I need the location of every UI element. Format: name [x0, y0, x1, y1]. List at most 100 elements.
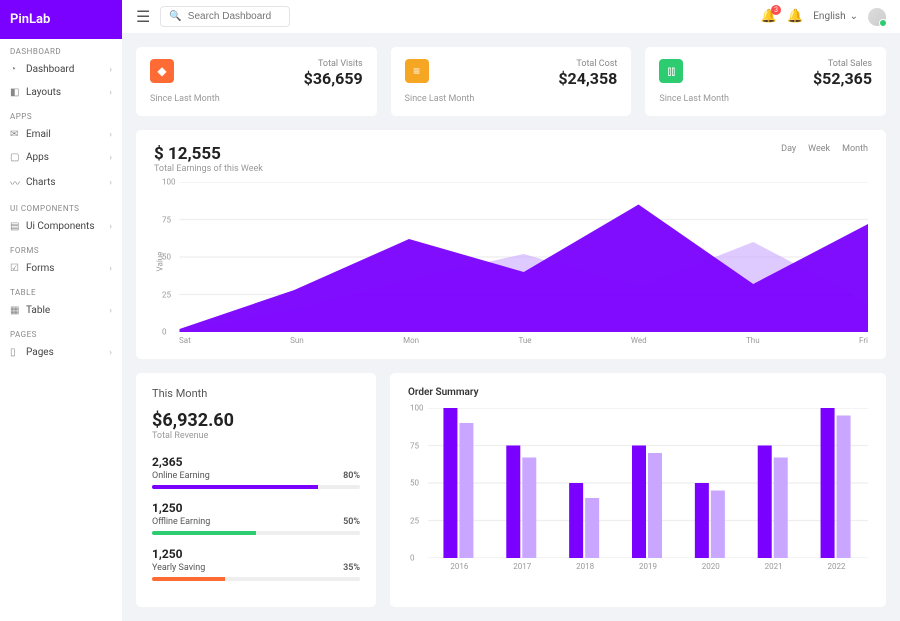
charts-icon: 〰 [10, 175, 20, 190]
earnings-value: $ 12,555 [154, 144, 263, 164]
card-value: $24,358 [558, 69, 617, 88]
xlabel: Wed [631, 336, 647, 345]
stat-label: Offline Earning [152, 517, 210, 527]
brand-logo[interactable]: PinLab [0, 0, 122, 39]
card-subtext: Since Last Month [150, 94, 363, 104]
xlabel: Sun [290, 336, 304, 345]
sidebar-section-header: UI COMPONENTS [0, 196, 122, 215]
sidebar-item-label: Apps [26, 152, 49, 163]
card-label: Total Sales [813, 59, 872, 69]
month-title: This Month [152, 387, 360, 400]
sidebar-item-apps[interactable]: ▢ Apps › [0, 146, 122, 169]
xlabel: Thu [746, 336, 760, 345]
language-toggle[interactable]: English⌄ [813, 11, 858, 22]
xlabel: 2022 [827, 562, 845, 571]
sidebar-item-label: Charts [26, 177, 56, 188]
chevron-right-icon: › [109, 306, 112, 316]
xlabel: 2017 [513, 562, 531, 571]
notification-bell-icon[interactable]: 🔔3 [761, 9, 777, 24]
search-icon: 🔍 [169, 11, 181, 22]
apps-icon: ▢ [10, 152, 20, 163]
chevron-right-icon: › [109, 222, 112, 232]
menu-icon[interactable]: ☰ [136, 7, 150, 26]
card-label: Total Visits [304, 59, 363, 69]
month-stat: 2,365Online Earning80% [152, 455, 360, 489]
card-value: $52,365 [813, 69, 872, 88]
chevron-right-icon: › [109, 178, 112, 188]
range-week[interactable]: Week [808, 144, 830, 154]
month-value: $6,932.60 [152, 410, 360, 431]
stat-card: ≡Total Cost$24,358Since Last Month [391, 47, 632, 116]
dashboard-icon: ◔ [10, 64, 20, 75]
ytick: 25 [162, 290, 171, 299]
message-bell-icon[interactable]: 🔔 [787, 9, 803, 24]
chevron-right-icon: › [109, 348, 112, 358]
ytick: 75 [410, 441, 419, 450]
sidebar: PinLab DASHBOARD◔Dashboard›◧Layouts›APPS… [0, 0, 122, 621]
avatar[interactable] [868, 8, 886, 26]
pages-icon: ▯ [10, 347, 20, 358]
stat-label: Online Earning [152, 471, 210, 481]
range-month[interactable]: Month [842, 144, 868, 154]
sidebar-item-layouts[interactable]: ◧Layouts› [0, 81, 122, 104]
sidebar-section-header: FORMS [0, 238, 122, 257]
card-subtext: Since Last Month [659, 94, 872, 104]
search-input[interactable] [188, 11, 282, 22]
stat-number: 1,250 [152, 501, 360, 515]
card-icon: ◆ [150, 59, 174, 83]
ytick: 100 [162, 178, 176, 187]
xlabel: 2018 [576, 562, 594, 571]
ui-components-icon: ▤ [10, 221, 20, 232]
card-label: Total Cost [558, 59, 617, 69]
ytick: 0 [410, 554, 415, 563]
sidebar-item-label: Dashboard [26, 64, 74, 75]
card-value: $36,659 [304, 69, 363, 88]
xlabel: 2021 [765, 562, 783, 571]
sidebar-item-forms[interactable]: ☑ Forms › [0, 257, 122, 280]
earnings-area-chart: Value 1007550250 [154, 182, 868, 332]
chevron-down-icon: ⌄ [850, 11, 858, 22]
sidebar-item-label: Layouts [26, 87, 61, 98]
xlabel: Mon [403, 336, 419, 345]
stat-number: 1,250 [152, 547, 360, 561]
chevron-right-icon: › [109, 130, 112, 140]
sidebar-item-label: Table [26, 305, 50, 316]
order-summary-card: Order Summary 1007550250 201620172018201… [390, 373, 886, 607]
sidebar-item-charts[interactable]: 〰 Charts › [0, 169, 122, 196]
sidebar-item-label: Pages [26, 347, 54, 358]
ytick: 100 [410, 404, 424, 413]
order-title: Order Summary [408, 387, 868, 398]
sidebar-item-email[interactable]: ✉Email› [0, 123, 122, 146]
xlabel: Sat [179, 336, 191, 345]
chevron-right-icon: › [109, 153, 112, 163]
sidebar-item-label: Ui Components [26, 221, 94, 232]
ytick: 50 [410, 479, 419, 488]
month-stat: 1,250Yearly Saving35% [152, 547, 360, 581]
stat-percent: 50% [343, 517, 360, 527]
earnings-chart-card: $ 12,555 Total Earnings of this Week Day… [136, 130, 886, 359]
card-icon: ≡ [405, 59, 429, 83]
forms-icon: ☑ [10, 263, 20, 274]
ytick: 75 [162, 215, 171, 224]
month-subtitle: Total Revenue [152, 431, 360, 441]
stat-percent: 80% [343, 471, 360, 481]
stat-card: ◆ Total Visits$36,659 Since Last Month [136, 47, 377, 116]
chevron-right-icon: › [109, 88, 112, 98]
chevron-right-icon: › [109, 264, 112, 274]
xlabel: 2020 [702, 562, 720, 571]
card-icon: ⫾⫾ [659, 59, 683, 83]
sidebar-item-label: Forms [26, 263, 54, 274]
xlabel: Fri [859, 336, 868, 345]
stat-card: ⫾⫾ Total Sales$52,365 Since Last Month [645, 47, 886, 116]
xlabel: 2019 [639, 562, 657, 571]
email-icon: ✉ [10, 129, 20, 140]
sidebar-item-dashboard[interactable]: ◔Dashboard› [0, 58, 122, 81]
range-day[interactable]: Day [781, 144, 796, 154]
this-month-card: This Month $6,932.60 Total Revenue 2,365… [136, 373, 376, 607]
sidebar-item-ui-components[interactable]: ▤ Ui Components › [0, 215, 122, 238]
order-bar-chart: 1007550250 [408, 408, 868, 558]
sidebar-item-table[interactable]: ▦Table› [0, 299, 122, 322]
search-input-wrap[interactable]: 🔍 [160, 6, 290, 27]
sidebar-item-pages[interactable]: ▯ Pages › [0, 341, 122, 364]
xlabel: 2016 [450, 562, 468, 571]
